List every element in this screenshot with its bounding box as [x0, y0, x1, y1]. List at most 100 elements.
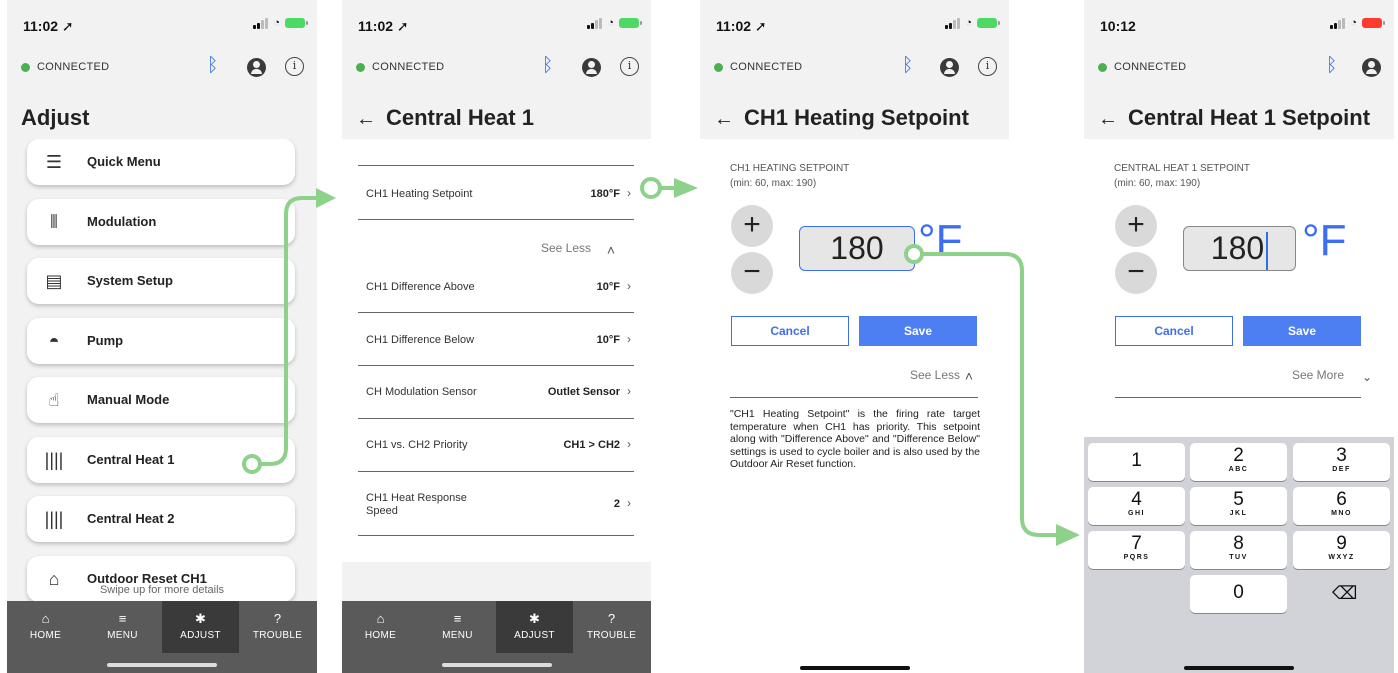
- home-indicator[interactable]: [107, 663, 217, 667]
- menu-item-modulation[interactable]: ⦀ Modulation: [27, 199, 295, 245]
- decrement-button[interactable]: −: [731, 252, 773, 294]
- page-title-text: CH1 Heating Setpoint: [744, 105, 969, 130]
- key-2[interactable]: 2 ABC: [1190, 443, 1287, 481]
- tab-trouble[interactable]: ? TROUBLE: [239, 601, 316, 653]
- info-icon[interactable]: i: [620, 57, 639, 76]
- account-icon[interactable]: [940, 58, 959, 77]
- row-label-ch1-heat-response-speed[interactable]: CH1 Heat Response Speed: [366, 492, 476, 518]
- key-5[interactable]: 5 JKL: [1190, 487, 1287, 525]
- tab-menu[interactable]: ≡ MENU: [419, 601, 496, 653]
- bluetooth-icon[interactable]: ᛒ: [542, 55, 553, 77]
- back-arrow-icon[interactable]: ←: [356, 108, 376, 130]
- key-1[interactable]: 1: [1088, 443, 1185, 481]
- tab-trouble[interactable]: ? TROUBLE: [573, 601, 650, 653]
- row-label-ch1-vs-ch2-priority[interactable]: CH1 vs. CH2 Priority: [366, 439, 467, 452]
- page-title: Adjust: [21, 105, 90, 130]
- menu-item-pump[interactable]: ◓ Pump: [27, 318, 295, 364]
- chevron-right-icon[interactable]: ›: [627, 384, 631, 398]
- row-label-ch1-difference-below[interactable]: CH1 Difference Below: [366, 334, 474, 347]
- cancel-button[interactable]: Cancel: [1115, 316, 1233, 346]
- account-icon[interactable]: [582, 58, 601, 77]
- see-less-link[interactable]: See Less: [541, 241, 591, 255]
- key-digit: 8: [1233, 533, 1244, 554]
- account-icon[interactable]: [247, 58, 266, 77]
- tab-home[interactable]: ⌂ HOME: [342, 601, 419, 653]
- battery-icon: [619, 18, 642, 28]
- menu-item-central-heat-2[interactable]: |||| Central Heat 2: [27, 496, 295, 542]
- row-label-ch-modulation-sensor[interactable]: CH Modulation Sensor: [366, 386, 477, 399]
- menu-item-system-setup[interactable]: ▤ System Setup: [27, 258, 295, 304]
- key-8[interactable]: 8 TUV: [1190, 531, 1287, 569]
- help-icon: ?: [607, 611, 616, 626]
- row-value-ch1-heat-response-speed[interactable]: 2: [614, 498, 620, 510]
- row-value-ch1-heating-setpoint[interactable]: 180°F: [591, 188, 620, 200]
- see-less-link[interactable]: See Less: [910, 368, 960, 382]
- setpoint-input[interactable]: 180: [1183, 226, 1296, 271]
- chevron-up-icon[interactable]: ˄: [965, 368, 973, 384]
- row-value-ch-modulation-sensor[interactable]: Outlet Sensor: [548, 386, 620, 398]
- key-9[interactable]: 9 WXYZ: [1293, 531, 1390, 569]
- connection-bar: CONNECTED ᛒ i: [7, 48, 317, 93]
- back-arrow-icon[interactable]: ←: [1098, 108, 1118, 130]
- chevron-right-icon[interactable]: ›: [627, 186, 631, 200]
- menu-item-central-heat-1[interactable]: |||| Central Heat 1: [27, 437, 295, 483]
- home-indicator[interactable]: [799, 666, 910, 670]
- bluetooth-icon[interactable]: ᛒ: [207, 55, 218, 77]
- chevron-right-icon[interactable]: ›: [627, 332, 631, 346]
- setpoint-description: "CH1 Heating Setpoint" is the firing rat…: [730, 408, 980, 471]
- key-0[interactable]: 0: [1190, 575, 1287, 613]
- setpoint-caption-title: CENTRAL HEAT 1 SETPOINT: [1114, 163, 1250, 174]
- row-value-ch1-difference-above[interactable]: 10°F: [597, 281, 620, 293]
- menu-item-quick-menu[interactable]: ☰ Quick Menu: [27, 139, 295, 185]
- row-label-ch1-heating-setpoint[interactable]: CH1 Heating Setpoint: [366, 188, 472, 201]
- save-button[interactable]: Save: [859, 316, 977, 346]
- cancel-button[interactable]: Cancel: [731, 316, 849, 346]
- row-label-ch1-difference-above[interactable]: CH1 Difference Above: [366, 281, 475, 294]
- increment-button[interactable]: +: [1115, 205, 1157, 247]
- row-value-ch1-vs-ch2-priority[interactable]: CH1 > CH2: [563, 439, 620, 451]
- wifi-icon: ◔: [607, 17, 614, 29]
- connection-status: CONNECTED: [372, 61, 445, 73]
- setpoint-input[interactable]: 180: [799, 226, 915, 271]
- title-bar: ← Central Heat 1 Setpoint: [1084, 93, 1394, 139]
- home-indicator[interactable]: [1184, 666, 1294, 670]
- connection-status: CONNECTED: [37, 61, 110, 73]
- see-more-link[interactable]: See More: [1292, 368, 1344, 382]
- info-icon[interactable]: i: [285, 57, 304, 76]
- key-3[interactable]: 3 DEF: [1293, 443, 1390, 481]
- increment-button[interactable]: +: [731, 205, 773, 247]
- key-4[interactable]: 4 GHI: [1088, 487, 1185, 525]
- back-arrow-icon[interactable]: ←: [714, 108, 734, 130]
- gear-icon: ✱: [195, 611, 206, 626]
- tab-adjust[interactable]: ✱ ADJUST: [162, 601, 239, 653]
- home-indicator[interactable]: [441, 663, 552, 667]
- tab-menu[interactable]: ≡ MENU: [84, 601, 161, 653]
- tab-label: TROUBLE: [252, 630, 303, 641]
- save-button[interactable]: Save: [1243, 316, 1361, 346]
- connected-dot-icon: [21, 63, 30, 72]
- decrement-button[interactable]: −: [1115, 252, 1157, 294]
- tab-home[interactable]: ⌂ HOME: [7, 601, 84, 653]
- chevron-right-icon[interactable]: ›: [627, 279, 631, 293]
- system-icons: ◔: [253, 17, 308, 29]
- info-icon[interactable]: i: [978, 57, 997, 76]
- menu-item-manual-mode[interactable]: ☝ Manual Mode: [27, 377, 295, 423]
- tab-adjust[interactable]: ✱ ADJUST: [496, 601, 573, 653]
- key-digit: 0: [1233, 582, 1244, 603]
- status-bar: 10:12 ◔: [1084, 0, 1394, 48]
- key-7[interactable]: 7 PQRS: [1088, 531, 1185, 569]
- chevron-down-icon[interactable]: ⌄: [1362, 370, 1372, 384]
- bluetooth-icon[interactable]: ᛒ: [1326, 55, 1337, 77]
- account-icon[interactable]: [1362, 58, 1381, 77]
- backspace-icon[interactable]: ⌫: [1332, 583, 1357, 604]
- key-digit: 4: [1131, 489, 1142, 510]
- vibrate-icon: ⦀: [50, 212, 58, 232]
- flow-arrow-2-head: [674, 178, 698, 198]
- chevron-up-icon[interactable]: ˄: [607, 242, 615, 258]
- row-value-ch1-difference-below[interactable]: 10°F: [597, 334, 620, 346]
- screen-central-heat-1: 11:02 ➚ ◔ CONNECTED ᛒ i ← Central Heat 1 …: [342, 0, 651, 673]
- key-6[interactable]: 6 MNO: [1293, 487, 1390, 525]
- bluetooth-icon[interactable]: ᛒ: [902, 55, 913, 77]
- chevron-right-icon[interactable]: ›: [627, 437, 631, 451]
- chevron-right-icon[interactable]: ›: [627, 496, 631, 510]
